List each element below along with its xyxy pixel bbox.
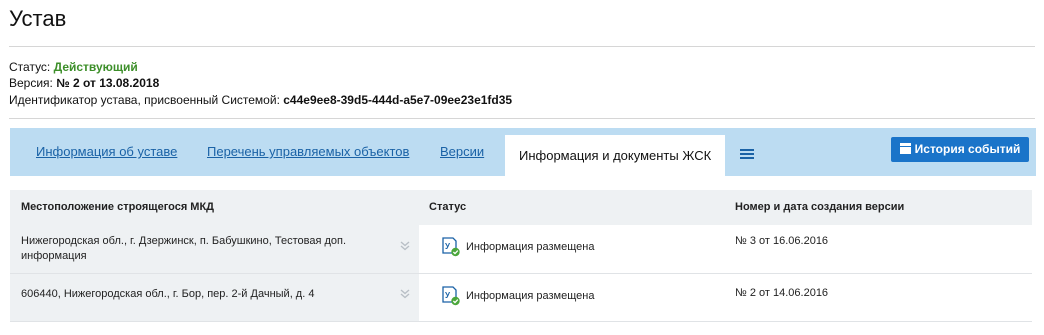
chevron-down-icon[interactable] — [399, 240, 411, 252]
documents-table: Местоположение строящегося МКД Статус Но… — [10, 190, 1032, 322]
page-title: Устав — [9, 6, 67, 31]
status-label: Статус: — [9, 60, 51, 74]
table-row[interactable]: 606440, Нижегородская обл., г. Бор, пер.… — [10, 274, 1032, 322]
tab-hoa-documents[interactable]: Информация и документы ЖСК — [505, 135, 726, 176]
row-status-label: Информация размещена — [466, 289, 595, 302]
column-header-location: Местоположение строящегося МКД — [21, 201, 215, 213]
tab-managed-objects[interactable]: Перечень управляемых объектов — [207, 128, 409, 176]
version-value: № 2 от 13.08.2018 — [56, 76, 160, 90]
row-version: № 2 от 14.06.2016 — [735, 287, 829, 299]
column-header-status: Статус — [429, 201, 467, 213]
row-version: № 3 от 16.06.2016 — [735, 235, 829, 247]
version-label: Версия: — [9, 76, 53, 90]
row-status-label: Информация размещена — [466, 240, 595, 253]
meta-divider — [9, 118, 1035, 119]
row-location: 606440, Нижегородская обл., г. Бор, пер.… — [21, 288, 315, 300]
event-history-label: История событий — [914, 142, 1021, 156]
list-menu-icon[interactable] — [740, 149, 754, 161]
tab-charter-info[interactable]: Информация об уставе — [36, 128, 177, 176]
document-check-icon: У — [442, 237, 460, 257]
identifier-label: Идентификатор устава, присвоенный Систем… — [9, 93, 280, 107]
column-header-version: Номер и дата создания версии — [735, 201, 905, 213]
chevron-down-icon[interactable] — [399, 288, 411, 300]
identifier-value: c44e9ee8-39d5-444d-a5e7-09ee23e1fd35 — [283, 93, 513, 107]
row-status: У Информация размещена — [442, 286, 594, 306]
table-header: Местоположение строящегося МКД Статус Но… — [10, 190, 1032, 225]
title-divider — [9, 46, 1035, 47]
row-status: У Информация размещена — [442, 237, 594, 257]
status-value: Действующий — [53, 60, 138, 74]
version-line: Версия: № 2 от 13.08.2018 — [9, 76, 159, 91]
tab-versions[interactable]: Версии — [440, 128, 484, 176]
status-line: Статус: Действующий — [9, 60, 138, 75]
calendar-icon — [899, 143, 911, 154]
identifier-line: Идентификатор устава, присвоенный Систем… — [9, 93, 512, 108]
event-history-button[interactable]: История событий — [891, 137, 1029, 162]
tab-bar: Информация об уставе Перечень управляемы… — [10, 128, 1036, 176]
document-check-icon: У — [442, 286, 460, 306]
row-location: Нижегородская обл., г. Дзержинск, п. Баб… — [21, 235, 347, 262]
table-row[interactable]: Нижегородская обл., г. Дзержинск, п. Баб… — [10, 225, 1032, 274]
